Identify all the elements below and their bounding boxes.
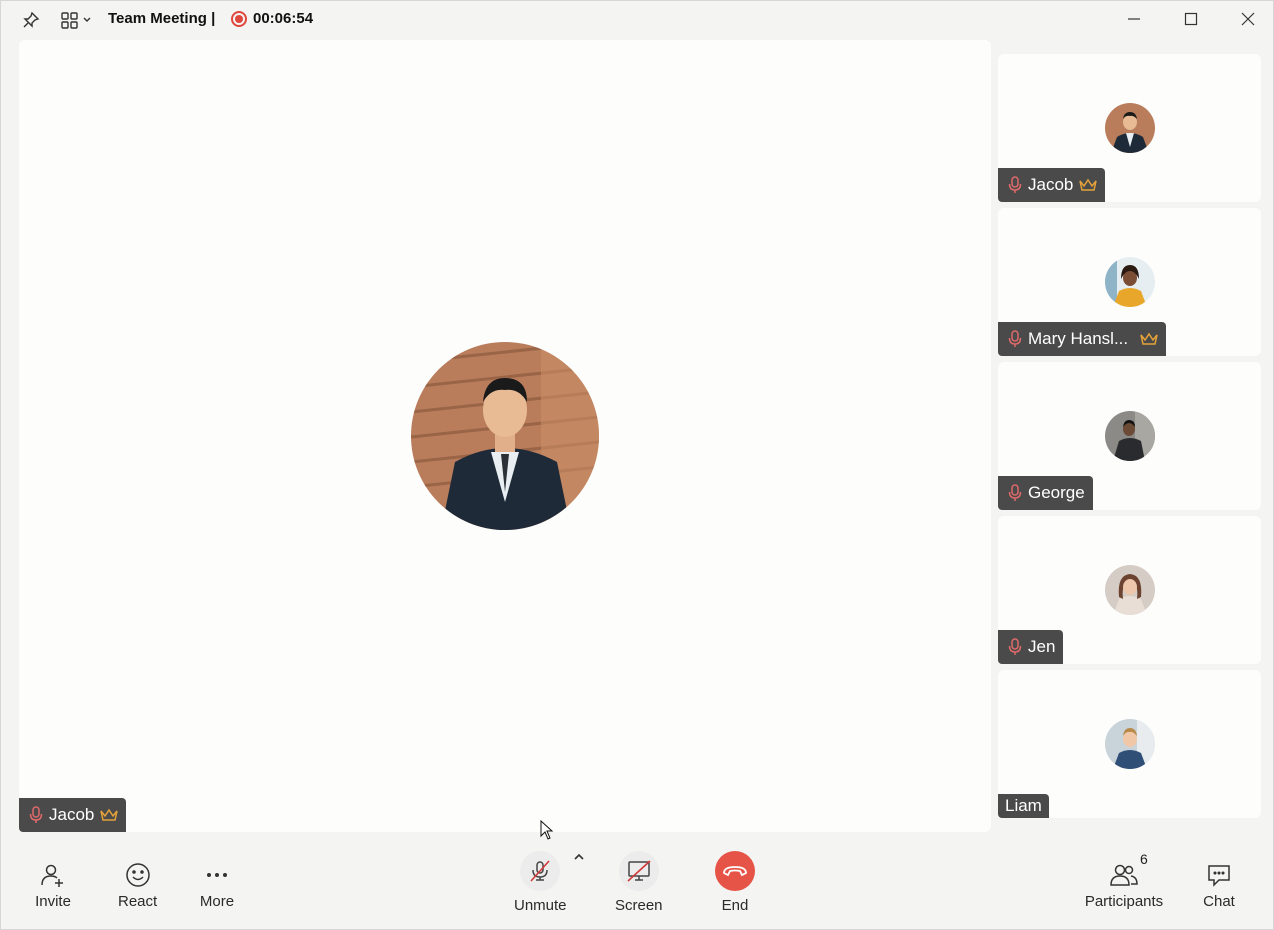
more-button[interactable]: More	[199, 857, 235, 910]
participant-name: Mary Hansl...	[1028, 329, 1129, 348]
crown-icon	[100, 808, 119, 821]
end-label: End	[721, 897, 749, 914]
unmute-button[interactable]: Unmute	[514, 851, 567, 914]
mic-muted-icon	[1008, 484, 1022, 501]
recording-indicator: 00:06:54	[231, 10, 313, 27]
speaker-avatar	[411, 342, 599, 530]
main-video-stage: Jacob	[19, 40, 991, 832]
close-button[interactable]	[1235, 7, 1261, 31]
invite-button[interactable]: Invite	[35, 857, 71, 910]
avatar	[1105, 565, 1155, 615]
participants-button[interactable]: 6 Participants	[1082, 851, 1166, 910]
chevron-up-icon[interactable]	[572, 851, 586, 863]
participant-tile-george[interactable]: George	[998, 362, 1261, 510]
mic-muted-icon	[29, 806, 43, 823]
participant-tile-jen[interactable]: Jen	[998, 516, 1261, 664]
meeting-window: Team Meeting | 00:06:54 Jacob Jacob Mary…	[0, 0, 1274, 930]
mic-muted-icon	[1008, 638, 1022, 655]
chat-button[interactable]: Chat	[1201, 857, 1237, 910]
react-label: React	[118, 893, 158, 910]
mic-muted-icon	[1008, 176, 1022, 193]
participants-count-badge: 6	[1140, 851, 1148, 867]
screen-share-off-icon	[618, 851, 659, 891]
maximize-button[interactable]	[1178, 7, 1204, 31]
mouse-cursor-icon	[540, 820, 554, 840]
avatar	[1105, 411, 1155, 461]
speaker-name: Jacob	[49, 805, 95, 824]
avatar	[1105, 719, 1155, 769]
smiley-icon	[120, 857, 156, 893]
participant-name: Jen	[1028, 637, 1056, 656]
participant-name-tag: Mary Hansl...	[998, 322, 1167, 356]
participants-label: Participants	[1084, 893, 1164, 910]
invite-label: Invite	[35, 893, 71, 910]
avatar	[1105, 257, 1155, 307]
end-call-button[interactable]: End	[715, 851, 755, 914]
avatar	[1105, 103, 1155, 153]
participant-name-tag: Jen	[998, 630, 1064, 664]
crown-icon	[1079, 178, 1098, 191]
speaker-name-tag: Jacob	[19, 798, 127, 832]
pin-icon[interactable]	[20, 9, 42, 31]
participant-name: Liam	[1005, 796, 1042, 815]
screen-share-button[interactable]: Screen	[615, 851, 663, 914]
crown-icon	[1140, 332, 1158, 345]
layout-grid-dropdown[interactable]	[59, 9, 95, 31]
participant-name-tag: Jacob	[998, 168, 1106, 202]
more-label: More	[199, 893, 235, 910]
mic-off-icon	[520, 851, 561, 891]
participant-name: Jacob	[1028, 175, 1074, 194]
participant-name-tag: Liam	[998, 794, 1049, 818]
hang-up-icon	[715, 851, 755, 891]
add-person-icon	[35, 857, 71, 893]
react-button[interactable]: React	[118, 857, 157, 910]
participant-name-tag: George	[998, 476, 1093, 510]
participant-tile-jacob[interactable]: Jacob	[998, 54, 1261, 202]
unmute-label: Unmute	[514, 897, 567, 914]
screen-label: Screen	[615, 897, 663, 914]
participant-tile-mary[interactable]: Mary Hansl...	[998, 208, 1261, 356]
meeting-title: Team Meeting |	[108, 10, 216, 27]
mic-muted-icon	[1008, 330, 1022, 347]
more-dots-icon	[199, 857, 235, 893]
record-icon	[231, 10, 247, 27]
title-bar: Team Meeting | 00:06:54	[1, 1, 1274, 39]
participant-tile-liam[interactable]: Liam	[998, 670, 1261, 818]
minimize-button[interactable]	[1121, 7, 1147, 31]
meeting-timer: 00:06:54	[253, 10, 314, 27]
chat-bubble-icon	[1201, 857, 1237, 893]
chat-label: Chat	[1203, 893, 1235, 910]
participant-name: George	[1028, 483, 1085, 502]
people-icon	[1106, 857, 1142, 893]
